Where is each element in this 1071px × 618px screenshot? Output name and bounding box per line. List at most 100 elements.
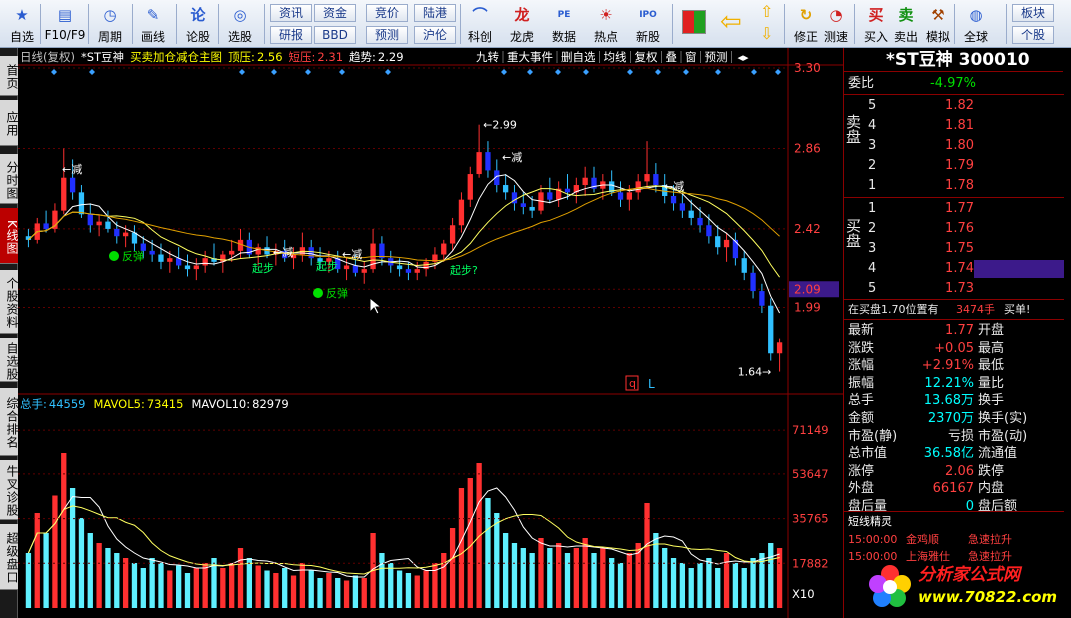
chart-tab[interactable]: 窗	[685, 50, 697, 64]
chart-tab[interactable]: 九转	[476, 50, 499, 64]
left-tab-5[interactable]: 自选股	[0, 338, 19, 382]
left-tab-6[interactable]: 综合排名	[0, 388, 19, 456]
candle-body	[458, 199, 465, 226]
volume-bar	[476, 463, 482, 608]
toolbar-simulate-button[interactable]: ⚒ 模拟	[920, 3, 956, 45]
candle-body	[78, 192, 85, 215]
stat-row: 金额 2370万 换手(实)	[844, 409, 1064, 428]
volume-bar	[679, 563, 686, 608]
stat-right-label: 内盘	[978, 481, 1005, 497]
left-tab-8[interactable]: 超级盘口	[0, 524, 19, 590]
ask-row[interactable]: 5 1.82	[844, 96, 1064, 115]
toolbar-sell-button[interactable]: 卖卖出	[888, 3, 924, 45]
stat-row: 涨幅 +2.91% 最低	[844, 356, 1064, 375]
toolbar-stock-pick-button[interactable]: ◎ 选股	[222, 3, 258, 45]
down-arrow-icon[interactable]: ⇩	[760, 24, 773, 43]
candle-body	[69, 177, 76, 193]
bid-row[interactable]: 4 1.74	[844, 259, 1064, 278]
toolbar-star-button[interactable]: ★ 自选	[4, 3, 40, 45]
left-tab-3[interactable]: K线图	[0, 208, 19, 264]
bid-row[interactable]: 3 1.75	[844, 239, 1064, 258]
candle-body	[653, 174, 659, 186]
toolbar-pen-button[interactable]: ✎ 画线	[135, 3, 171, 45]
watermark-line2: www.70822.com	[918, 588, 1058, 606]
candle-body	[61, 177, 67, 211]
toolbar-small-button[interactable]: 沪伦	[414, 26, 456, 44]
back-arrow-icon[interactable]: ⇦	[720, 8, 742, 36]
toolbar-small-button[interactable]: 竞价	[366, 4, 408, 22]
watermark: 分析家公式网 www.70822.com	[866, 556, 1071, 616]
toolbar-ipo-button[interactable]: IPO 新股	[630, 3, 666, 45]
bid-level: 4	[868, 261, 877, 276]
toolbar-small-button[interactable]: 资讯	[270, 4, 312, 22]
chart-header-name: *ST豆神	[81, 50, 124, 64]
toolbar-tech-button[interactable]: ⌒ 科创	[462, 3, 498, 45]
stat-label: 最新	[848, 323, 875, 338]
bid-row[interactable]: 1 1.77	[844, 199, 1064, 218]
ask-row[interactable]: 4 1.81	[844, 116, 1064, 135]
stat-right-label: 量比	[978, 375, 1005, 391]
candle-body	[361, 269, 367, 273]
rebound-signal: 反弹	[326, 286, 348, 300]
left-tab-4[interactable]: 个股资料	[0, 270, 19, 334]
toolbar-dragon-tiger-button[interactable]: 龙龙虎	[504, 3, 540, 45]
volume-bar	[379, 553, 385, 608]
toolbar-hot-button[interactable]: ☀ 热点	[588, 3, 624, 45]
toolbar-small-button[interactable]: 板块	[1012, 4, 1054, 22]
toolbar-data-button[interactable]: PE 数据	[546, 3, 582, 45]
chart-tab[interactable]: 叠	[666, 50, 678, 64]
left-tab-0[interactable]: 首页	[0, 56, 19, 96]
volume-bar	[485, 498, 491, 608]
ask-price: 1.78	[945, 178, 974, 193]
toolbar-f10-button[interactable]: ▤ F10/F9	[42, 3, 88, 45]
toolbar-small-button[interactable]: 个股	[1012, 26, 1054, 44]
trade-note: 在买盘1.70位置有	[848, 303, 939, 316]
kline-chart[interactable]: 3.30 2.86 2.42 2.09 1.99 日线(复权) *ST豆神 买卖加仓减仓主图顶…	[18, 48, 843, 618]
ask-row[interactable]: 1 1.78	[844, 176, 1064, 195]
news-stock[interactable]: 金鸡顺	[906, 532, 939, 548]
adjust-icon: ↻	[799, 6, 813, 24]
toolbar-small-button[interactable]: 研报	[270, 26, 312, 44]
toolbar-discuss-button[interactable]: 论论股	[180, 3, 216, 45]
chart-tab[interactable]: 预测	[705, 50, 728, 64]
bid-level: 5	[868, 281, 877, 296]
volume-bar	[273, 573, 279, 608]
left-tab-2[interactable]: 分时图	[0, 154, 19, 204]
ask-row[interactable]: 2 1.79	[844, 156, 1064, 175]
start-signal: 起步?	[450, 264, 478, 277]
volume-bar	[670, 558, 677, 608]
toolbar-globe-button[interactable]: ◍ 全球	[958, 3, 994, 45]
toolbar-speed-button[interactable]: ◔ 测速	[818, 3, 854, 45]
stat-row: 涨跌 +0.05 最高	[844, 339, 1064, 358]
toolbar-clock-button[interactable]: ◷ 周期	[92, 3, 128, 45]
volume-bar	[361, 578, 367, 608]
stat-value: +2.91%	[921, 358, 974, 374]
candle-body	[750, 272, 756, 292]
volume-bar	[343, 580, 350, 608]
toolbar-small-button[interactable]: BBD	[314, 26, 356, 44]
chart-tab[interactable]: 复权	[635, 50, 658, 64]
volume-bar	[352, 575, 359, 608]
trade-tag: 买单!	[1004, 303, 1031, 316]
toolbar-small-button[interactable]: 资金	[314, 4, 356, 22]
bid-row[interactable]: 5 1.73	[844, 279, 1064, 298]
ask-row[interactable]: 3 1.80	[844, 136, 1064, 155]
discuss-icon: 论	[190, 6, 206, 24]
news-title[interactable]: 短线精灵	[848, 514, 892, 530]
quote-panel: *ST豆神 300010 委比 -4.97% 卖盘 5 1.82 4 1.81 3 1.80 2 1…	[843, 48, 1064, 618]
chart-tab[interactable]: 均线	[604, 50, 627, 64]
toolbar-small-button[interactable]: 预测	[366, 26, 408, 44]
chart-tab[interactable]: 删自选	[561, 50, 596, 64]
up-arrow-icon[interactable]: ⇧	[760, 2, 773, 21]
reduce-signal: ←减	[502, 151, 522, 164]
candle-body	[723, 239, 730, 248]
volume-bar	[246, 558, 252, 608]
bid-row[interactable]: 2 1.76	[844, 219, 1064, 238]
stat-row: 总手 13.68万 换手	[844, 391, 1064, 410]
stat-right-label: 跌停	[978, 463, 1005, 479]
color-grid-icon[interactable]	[682, 10, 706, 34]
left-tab-1[interactable]: 应用	[0, 100, 19, 146]
chart-tab[interactable]: 重大事件	[507, 50, 553, 64]
left-tab-7[interactable]: 牛叉诊股	[0, 460, 19, 520]
toolbar-small-button[interactable]: 陆港	[414, 4, 456, 22]
